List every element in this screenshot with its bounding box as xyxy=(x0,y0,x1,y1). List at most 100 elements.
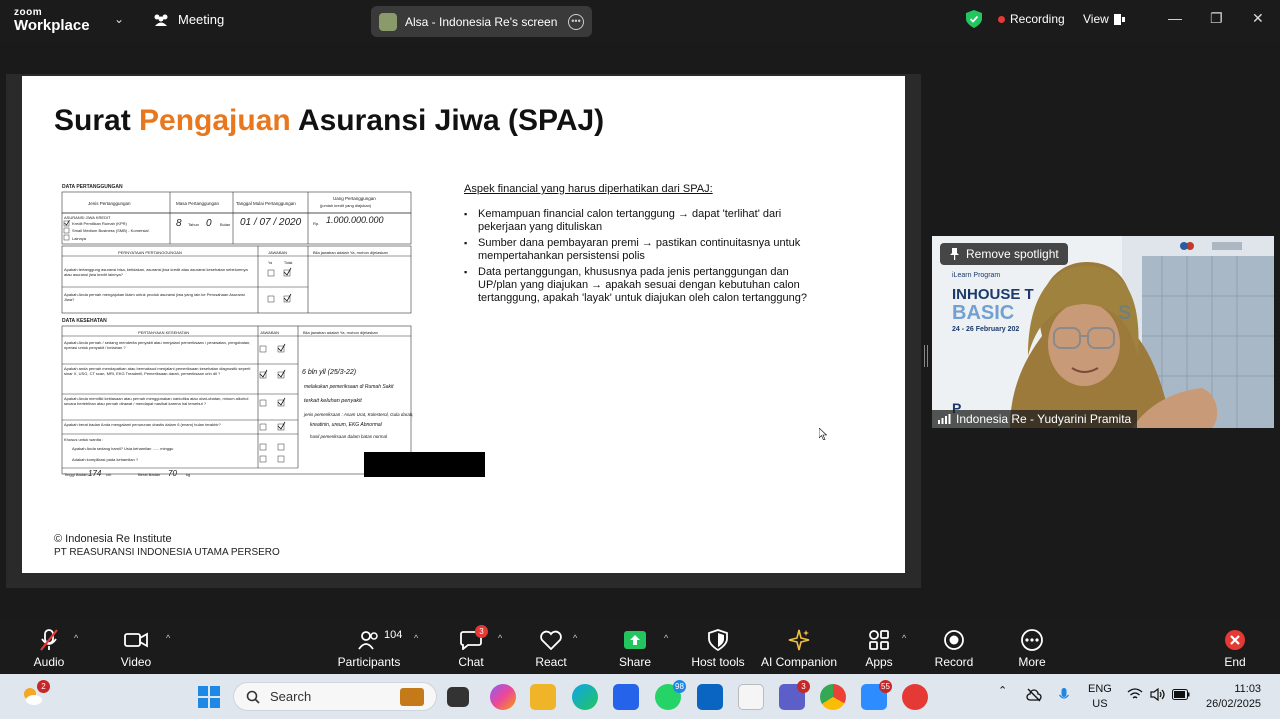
close-icon[interactable]: ✕ xyxy=(1252,10,1264,27)
participants-caret-icon[interactable]: ^ xyxy=(414,633,418,643)
share-screen-button[interactable]: Share xyxy=(618,627,652,669)
col-jenis: Jenis Pertanggungan xyxy=(88,201,131,206)
react-button[interactable]: React xyxy=(534,627,568,669)
masa-bulan: Bulan xyxy=(220,222,230,227)
form-section-title: DATA PERTANGGUNGAN xyxy=(62,184,123,190)
video-options-caret-icon[interactable]: ^ xyxy=(166,633,170,643)
record-button[interactable]: Record xyxy=(934,627,974,669)
battery-icon[interactable] xyxy=(1172,689,1190,700)
h1-text: Apakah Anda pernah / sedang menderita pe… xyxy=(64,340,251,350)
security-app-icon[interactable] xyxy=(902,684,928,710)
taskbar-search[interactable]: Search xyxy=(233,682,437,711)
view-menu[interactable]: View xyxy=(1083,12,1125,26)
meeting-menu[interactable]: Meeting xyxy=(152,12,224,27)
title-part-2: Pengajuan xyxy=(139,104,291,137)
teams-icon[interactable]: 3 xyxy=(779,680,810,710)
slide-title: Surat Pengajuan Asuransi Jiwa (SPAJ) xyxy=(54,104,604,138)
windows-start-icon[interactable] xyxy=(198,686,220,708)
edge-browser-icon[interactable] xyxy=(572,684,598,710)
zoom-app-icon[interactable]: 55 xyxy=(861,680,892,710)
masa-bulan-value: 0 xyxy=(206,218,212,229)
audio-options-caret-icon[interactable]: ^ xyxy=(74,633,78,643)
sparkle-icon xyxy=(788,629,810,651)
task-view-icon[interactable] xyxy=(447,687,469,707)
masa-value: 8 xyxy=(176,218,182,229)
slide-footer-company: PT REASURANSI INDONESIA UTAMA PERSERO xyxy=(54,547,280,558)
jawaban-header: JAWABAN xyxy=(268,250,287,255)
share-caret-icon[interactable]: ^ xyxy=(664,633,668,643)
audio-button[interactable]: Audio xyxy=(30,627,68,669)
chat-button[interactable]: 3 Chat xyxy=(455,625,488,669)
kes-jawaban-note: Bila jawaban adalah Ya, mohon dijelaskan xyxy=(303,330,378,335)
share-screen-icon xyxy=(624,631,646,649)
cloud-offline-icon[interactable] xyxy=(1026,688,1042,702)
remove-spotlight-button[interactable]: Remove spotlight xyxy=(940,243,1068,265)
note-3: terkait keluhan penyakit xyxy=(304,398,362,404)
note-1: 6 bln yll (25/3-22) xyxy=(302,369,356,376)
chat-caret-icon[interactable]: ^ xyxy=(498,633,502,643)
aspek-panel: Aspek financial yang harus diperhatikan … xyxy=(464,183,814,308)
language-indicator[interactable]: ENG US xyxy=(1088,682,1112,712)
h5a-text: Apakah Anda sedang hamil? Usia kehamilan… xyxy=(72,446,173,451)
note-2: melakukan pemeriksaan di Rumah Sakit xyxy=(304,384,394,390)
col-masa: Masa Pertanggungan xyxy=(176,201,220,206)
security-shield-icon[interactable] xyxy=(966,10,982,28)
elo-app-icon[interactable] xyxy=(738,684,764,710)
chrome-icon[interactable] xyxy=(820,684,846,710)
meeting-toolbar: Audio ^ Video ^ 104 Participants ^ 3 Cha… xyxy=(0,619,1280,674)
host-tools-button[interactable]: Host tools xyxy=(690,627,746,669)
note-4: jenis pemeriksaan : Asam Urat, Kolestero… xyxy=(303,412,414,417)
view-label: View xyxy=(1083,12,1109,26)
wifi-icon[interactable] xyxy=(1127,688,1143,701)
lang-region: US xyxy=(1092,698,1108,710)
whatsapp-icon[interactable]: 98 xyxy=(655,680,686,710)
more-button[interactable]: More xyxy=(1014,627,1050,669)
apps-button[interactable]: Apps xyxy=(862,627,896,669)
h5-text: Khusus untuk wanita : xyxy=(64,437,103,442)
share-title: Alsa - Indonesia Re's screen xyxy=(405,14,558,29)
store-icon[interactable] xyxy=(613,684,639,710)
chevron-down-icon[interactable]: ⌄ xyxy=(114,12,124,26)
volume-icon[interactable] xyxy=(1150,688,1166,701)
video-button[interactable]: Video xyxy=(117,627,155,669)
chevron-up-icon[interactable]: ⌃ xyxy=(998,684,1007,697)
banner-big-1: INHOUSE T xyxy=(952,286,1034,303)
split-resize-handle[interactable] xyxy=(924,345,928,367)
pernyataan-header: PERNYATAAN PERTANGGUNGAN xyxy=(118,250,182,255)
recording-dot-icon xyxy=(998,15,1005,23)
whatsapp-badge: 98 xyxy=(673,680,686,693)
share-label: Share xyxy=(618,655,652,669)
recording-indicator[interactable]: Recording xyxy=(998,12,1065,26)
restore-icon[interactable]: ❐ xyxy=(1210,10,1223,27)
apps-caret-icon[interactable]: ^ xyxy=(902,633,906,643)
audio-label: Audio xyxy=(33,655,65,669)
outlook-icon[interactable] xyxy=(697,684,723,710)
end-meeting-button[interactable]: End xyxy=(1220,627,1250,669)
aspek-heading: Aspek financial yang harus diperhatikan … xyxy=(464,183,713,195)
weather-widget[interactable]: 2 xyxy=(20,680,50,713)
banner-date: 24 - 26 February 202 xyxy=(952,326,1020,333)
share-source-pill[interactable]: Alsa - Indonesia Re's screen ••• xyxy=(371,6,592,37)
copilot-icon[interactable] xyxy=(490,684,516,710)
minimize-icon[interactable]: — xyxy=(1168,10,1182,26)
file-explorer-icon[interactable] xyxy=(530,684,556,710)
ai-companion-button[interactable]: AI Companion xyxy=(760,627,838,669)
aspek-list: Kemampuan financial calon tertanggung → … xyxy=(464,208,814,305)
clock-date: 26/02/2025 xyxy=(1206,698,1262,710)
h6-berat-value: 70 xyxy=(168,469,177,478)
q2-text: Apakah Anda pernah mengajukan klaim untu… xyxy=(64,292,245,302)
microphone-icon[interactable] xyxy=(1058,687,1070,703)
h4-text: Apakah berat badan Anda mengalami penuru… xyxy=(64,422,221,427)
kes-header: PERTANYAAN KESEHATAN xyxy=(138,330,189,335)
system-clock[interactable]: 11:03 26/02/2025 xyxy=(1206,682,1261,712)
q1-text: Apakah tertanggung asuransi bisa, ketida… xyxy=(64,267,248,277)
h2-text: Apakah anda pernah mendapatkan atau berm… xyxy=(64,366,251,376)
more-options-icon[interactable]: ••• xyxy=(568,13,584,30)
react-caret-icon[interactable]: ^ xyxy=(573,633,577,643)
aspek-bullet: Data pertanggungan, khususnya pada jenis… xyxy=(464,266,814,305)
note-6: hasil pemeriksaan dalam batas normal xyxy=(310,434,388,439)
participant-video-tile[interactable]: iLearn Program INHOUSE T BASIC S 24 - 26… xyxy=(932,236,1274,428)
participants-button[interactable]: 104 Participants xyxy=(336,627,403,669)
banner-big-3: S xyxy=(1118,302,1132,324)
end-label: End xyxy=(1224,655,1246,669)
